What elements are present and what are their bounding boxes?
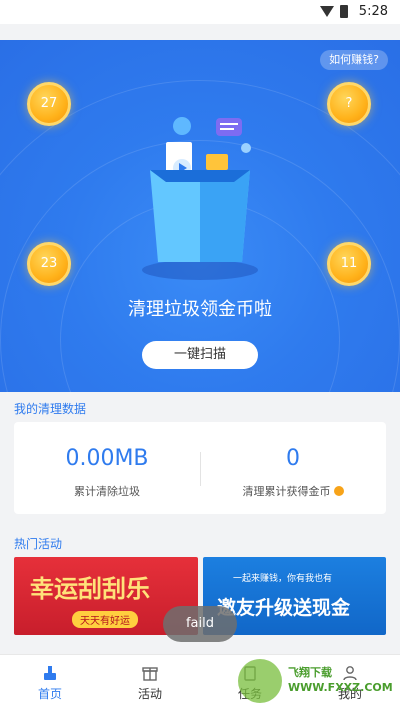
coin-bubble[interactable]: ? xyxy=(327,82,371,126)
stats-card: 0.00MB 累计清除垃圾 0 清理累计获得金币 xyxy=(14,422,386,514)
battery-icon xyxy=(340,5,348,18)
hero-banner: 如何赚钱? 27 ? 23 11 清理垃圾领金币啦 一键扫描 xyxy=(0,40,400,392)
watermark-text: 飞翔下载 WWW.FXXZ.COM xyxy=(288,666,393,694)
tab-home-label: 首页 xyxy=(37,687,62,701)
gift-icon xyxy=(142,665,158,681)
coins-label-row: 清理累计获得金币 xyxy=(200,483,386,499)
status-icons xyxy=(320,5,348,18)
cleaned-value: 0.00MB xyxy=(65,446,149,471)
watermark-circle xyxy=(238,659,282,703)
coin-icon xyxy=(333,486,344,496)
tab-activities[interactable]: 活动 xyxy=(100,655,200,710)
cleaned-stat: 0.00MB 累计清除垃圾 xyxy=(14,422,200,499)
coins-stat: 0 清理累计获得金币 xyxy=(200,422,386,499)
coin-bubble[interactable]: 11 xyxy=(327,242,371,286)
coin-bubble[interactable]: 27 xyxy=(27,82,71,126)
coin-bubble[interactable]: 23 xyxy=(27,242,71,286)
status-time: 5:28 xyxy=(358,4,388,19)
bottom-tab-bar: 首页 活动 任务 我的 飞翔下载 WWW.FXXZ.COM xyxy=(0,654,400,710)
trash-bin-icon xyxy=(138,112,262,282)
wifi-icon xyxy=(320,6,334,17)
cleaned-label: 累计清除垃圾 xyxy=(74,485,140,498)
tab-home[interactable]: 首页 xyxy=(0,655,100,710)
banner-right-top: 一起来赚钱，你有我也有 xyxy=(233,574,333,584)
coins-label: 清理累计获得金币 xyxy=(242,485,331,498)
error-toast: faild xyxy=(163,606,237,642)
tab-activities-label: 活动 xyxy=(137,687,162,701)
activities-section-title: 热门活动 xyxy=(14,537,63,551)
how-to-earn-button[interactable]: 如何赚钱? xyxy=(320,50,388,70)
coins-value: 0 xyxy=(286,446,300,471)
banner-left-title: 幸运刮刮乐 xyxy=(30,575,150,603)
hero-title: 清理垃圾领金币啦 xyxy=(128,299,272,320)
banner-right-title: 邀友升级送现金 xyxy=(217,597,351,619)
status-bar: 5:28 xyxy=(0,0,400,24)
one-click-scan-button[interactable]: 一键扫描 xyxy=(142,341,258,369)
stats-section-title: 我的清理数据 xyxy=(14,402,87,416)
broom-icon xyxy=(42,665,58,681)
banner-left-sub: 天天有好运 xyxy=(72,611,138,628)
watermark-logo: 飞翔下载 WWW.FXXZ.COM xyxy=(234,657,394,709)
